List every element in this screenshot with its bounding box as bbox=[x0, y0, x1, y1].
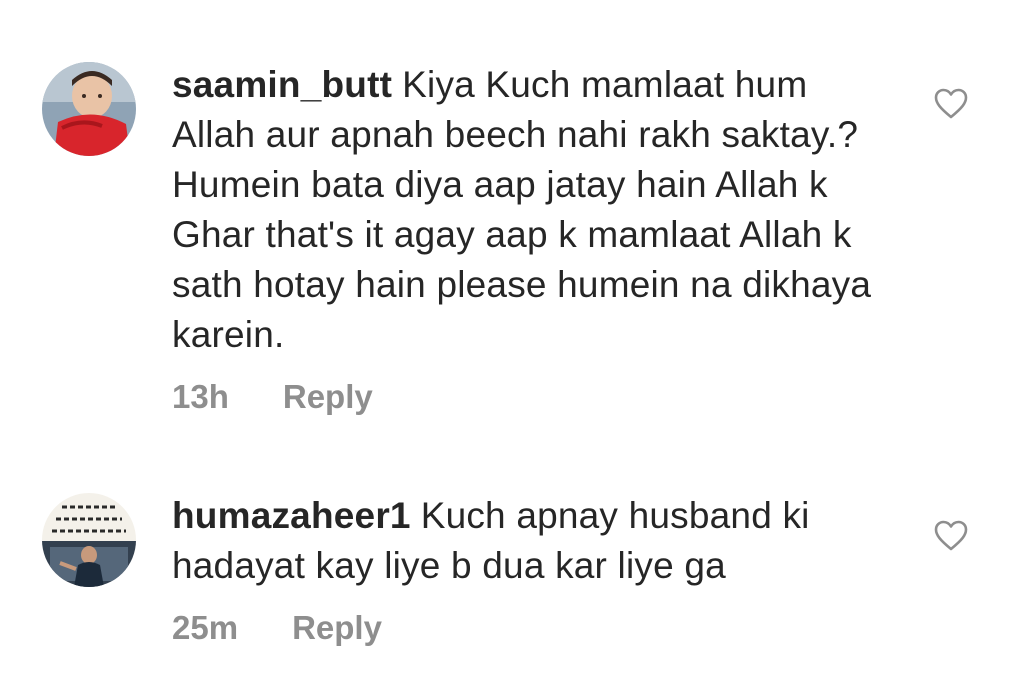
like-button[interactable] bbox=[934, 520, 968, 552]
reply-button[interactable]: Reply bbox=[292, 609, 382, 647]
user-avatar[interactable] bbox=[42, 62, 136, 156]
comment-meta: 13h Reply bbox=[172, 378, 892, 416]
comment-username[interactable]: saamin_butt bbox=[172, 64, 392, 105]
heart-outline-icon bbox=[934, 520, 968, 551]
comment-text: saamin_butt Kiya Kuch mamlaat hum Allah a… bbox=[172, 60, 892, 360]
like-button[interactable] bbox=[934, 88, 968, 120]
reply-button[interactable]: Reply bbox=[283, 378, 373, 416]
user-avatar[interactable] bbox=[42, 493, 136, 587]
urdu-poster-avatar-icon bbox=[42, 493, 136, 587]
heart-outline-icon bbox=[934, 88, 968, 119]
comment-text: humazaheer1 Kuch apnay husband ki hadayat… bbox=[172, 491, 892, 591]
comment-timestamp: 25m bbox=[172, 609, 239, 646]
child-photo-avatar-icon bbox=[42, 62, 136, 156]
comment-timestamp: 13h bbox=[172, 378, 229, 415]
comment-username[interactable]: humazaheer1 bbox=[172, 495, 411, 536]
comment-content: Kiya Kuch mamlaat hum Allah aur apnah be… bbox=[172, 64, 872, 355]
comment-meta: 25m Reply bbox=[172, 609, 892, 647]
